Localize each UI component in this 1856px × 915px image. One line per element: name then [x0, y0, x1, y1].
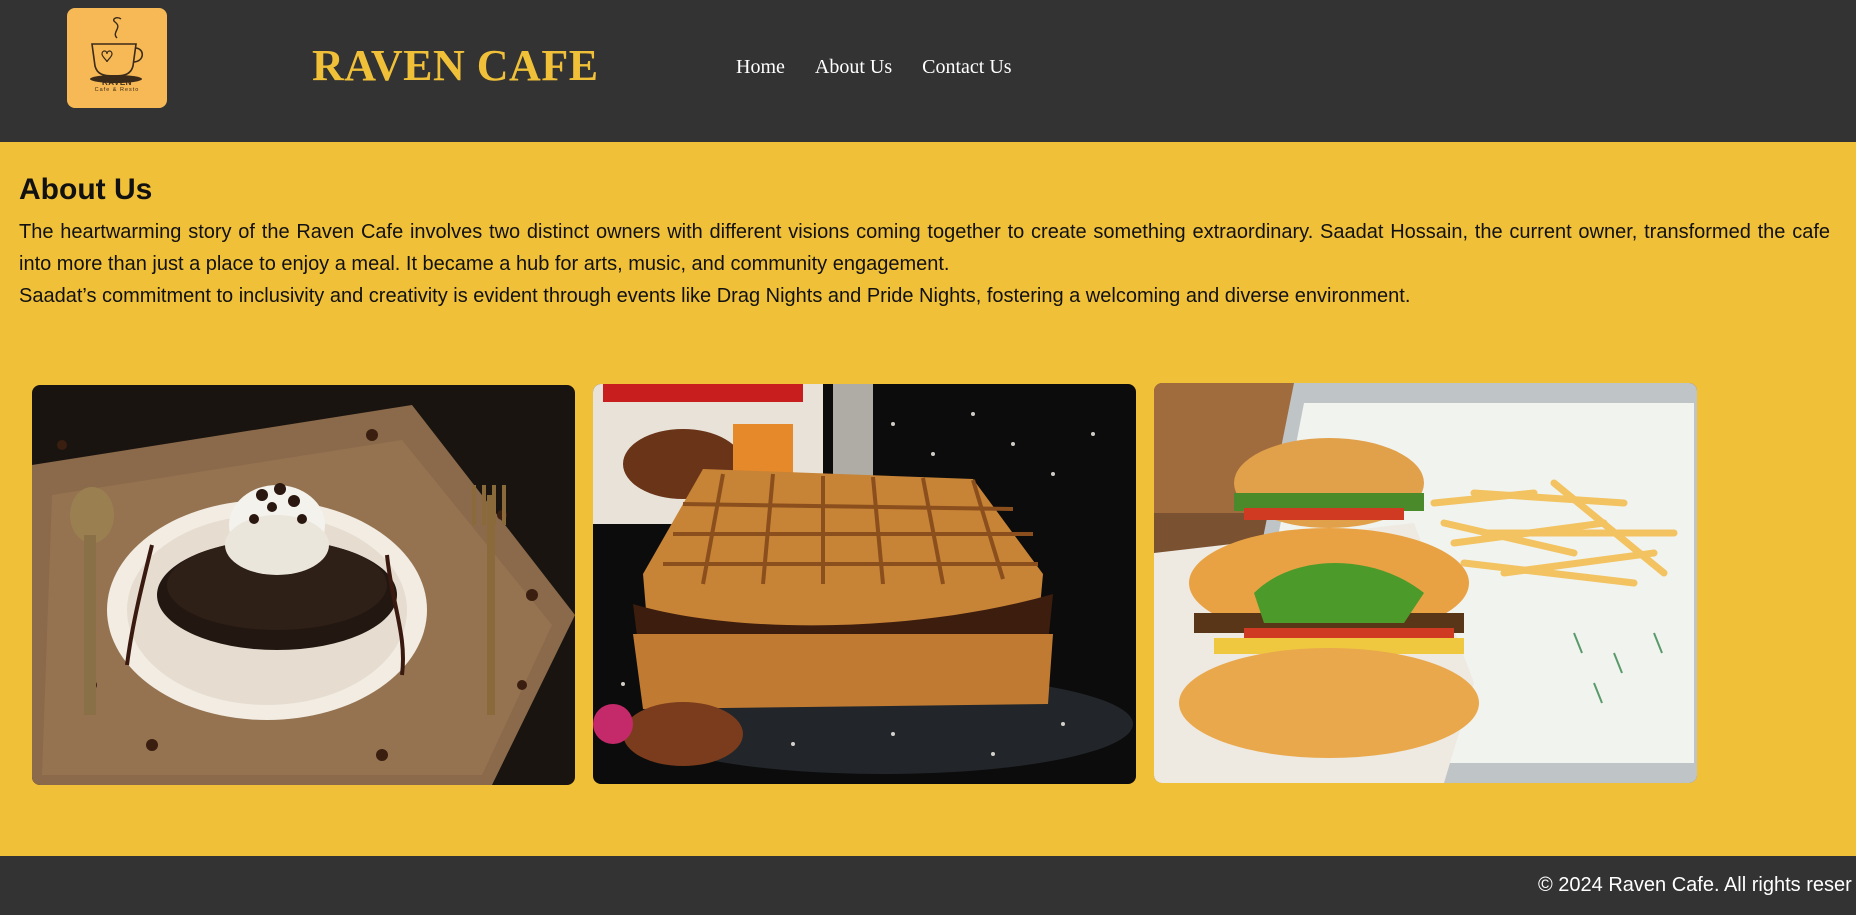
burger-photo	[1154, 383, 1697, 783]
about-section: About Us The heartwarming story of the R…	[0, 142, 1856, 856]
dessert-photo	[32, 385, 575, 785]
logo-word: RAVEN	[102, 78, 132, 87]
gallery-image-dessert	[32, 385, 575, 785]
logo-tagline: Cafe & Resto	[94, 87, 140, 93]
nav-link-about-us[interactable]: About Us	[815, 56, 892, 79]
about-paragraph-2: Saadat’s commitment to inclusivity and c…	[19, 285, 1411, 307]
site-header: RAVEN Cafe & Resto RAVEN CAFE Home About…	[0, 0, 1856, 142]
copyright-text: © 2024 Raven Cafe. All rights reser	[1538, 874, 1852, 896]
nav-link-contact-us[interactable]: Contact Us	[922, 56, 1011, 79]
page-title: About Us	[19, 173, 153, 206]
nav-link-home[interactable]: Home	[736, 56, 785, 79]
coffee-cup-icon	[90, 17, 144, 83]
main-nav: Home About Us Contact Us	[736, 56, 1042, 79]
cafe-logo[interactable]: RAVEN Cafe & Resto	[67, 8, 167, 108]
gallery-image-waffle	[593, 384, 1136, 784]
site-title: RAVEN CAFE	[312, 41, 599, 90]
site-footer: © 2024 Raven Cafe. All rights reser	[0, 856, 1856, 915]
gallery-image-burger	[1154, 383, 1697, 783]
about-paragraph-1: The heartwarming story of the Raven Cafe…	[19, 221, 1830, 275]
waffle-photo	[593, 384, 1136, 784]
